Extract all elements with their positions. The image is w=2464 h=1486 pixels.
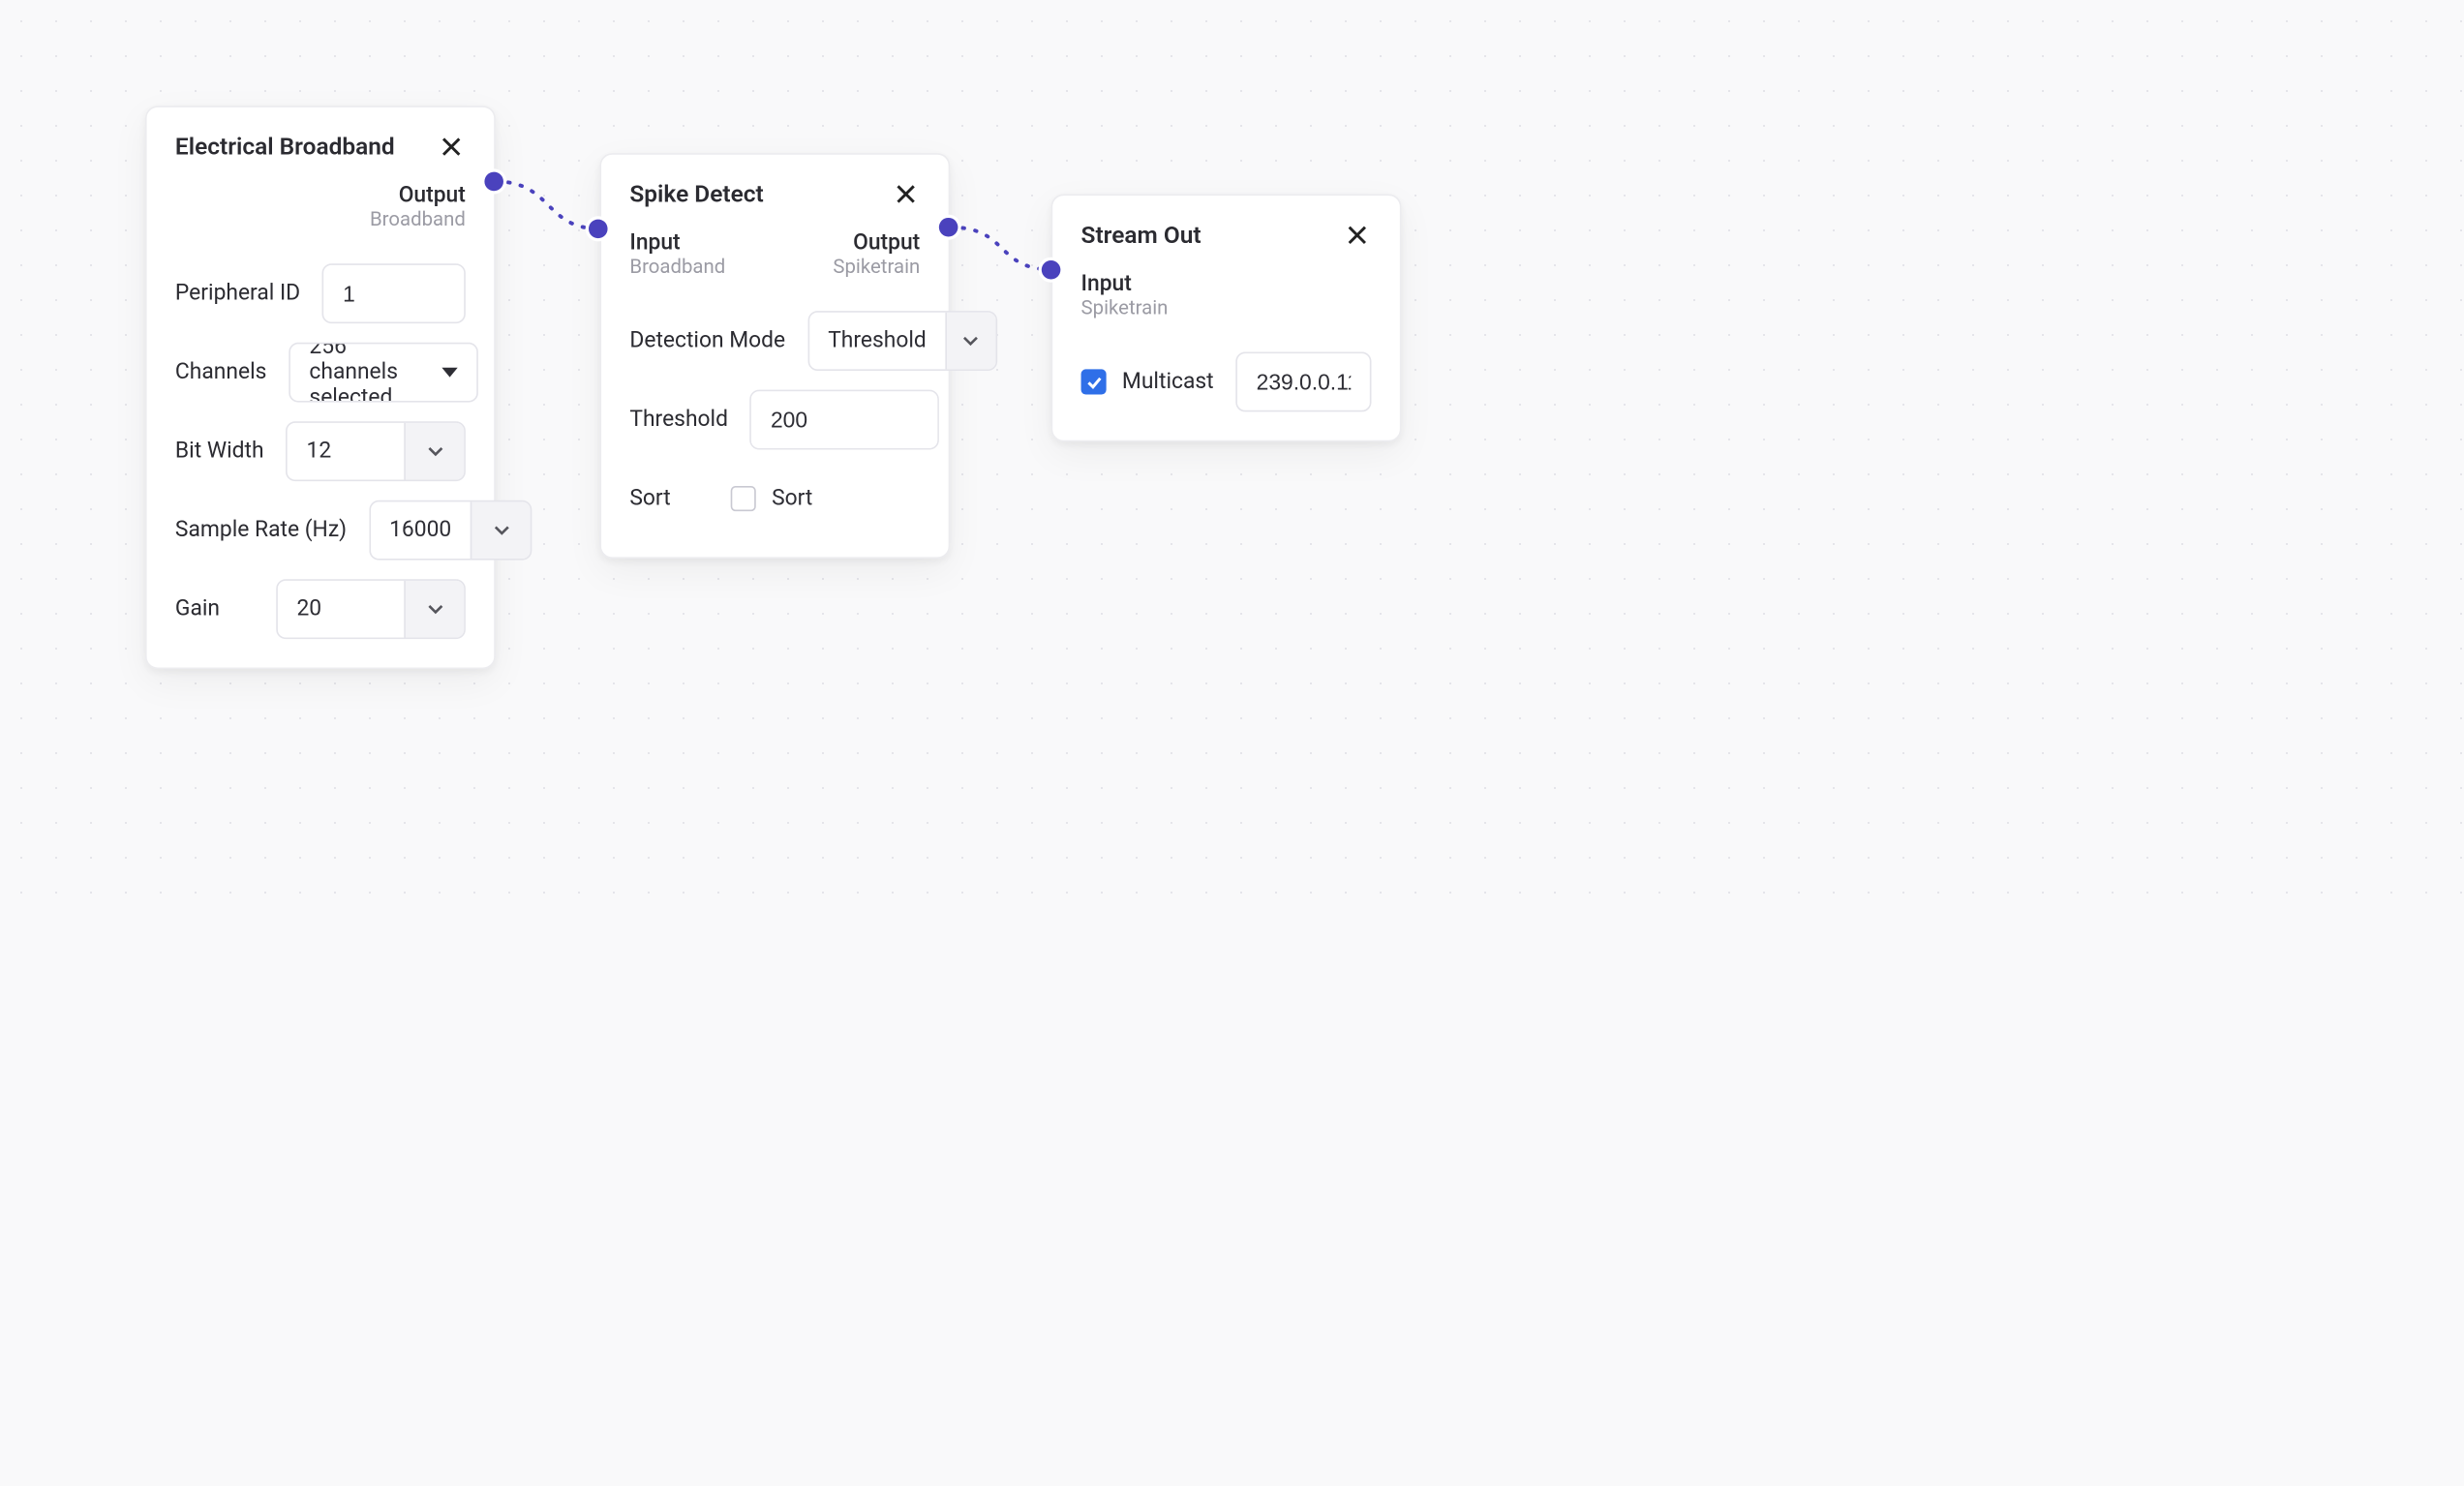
input-port-type: Spiketrain [1081,297,1169,320]
sort-label: Sort [629,486,670,511]
bitwidth-label: Bit Width [175,439,264,464]
caret-down-icon [441,368,457,378]
samplerate-value: 16000 [371,518,471,543]
detection-mode-value: Threshold [809,328,946,353]
node-title: Electrical Broadband [175,133,395,161]
input-port-label: Input [629,230,725,256]
channels-value: 256 channels selected [309,343,426,403]
close-icon[interactable] [1343,221,1371,249]
threshold-label: Threshold [629,408,728,433]
output-port-type: Broadband [370,208,466,231]
detection-mode-select[interactable]: Threshold [807,311,997,371]
gain-value: 20 [278,596,404,622]
channels-label: Channels [175,360,266,385]
canvas[interactable]: Electrical Broadband Output Broadband Pe… [0,0,2464,1486]
bitwidth-value: 12 [288,439,404,464]
output-port-type: Spiketrain [833,256,920,279]
multicast-label: Multicast [1122,370,1214,395]
peripheral-id-label: Peripheral ID [175,281,300,306]
multicast-address-input[interactable] [1235,352,1371,412]
peripheral-id-input[interactable] [322,263,466,323]
input-port-label: Input [1081,271,1169,296]
close-icon[interactable] [438,133,466,161]
multicast-checkbox[interactable] [1081,370,1107,395]
threshold-input[interactable] [751,391,939,448]
output-port-label: Output [370,183,466,208]
sort-checkbox[interactable] [731,486,756,511]
wire-1 [496,181,600,228]
channels-select[interactable]: 256 channels selected [289,343,478,403]
node-stream-out[interactable]: Stream Out Input Spiketrain Multicast [1051,194,1402,441]
gain-select[interactable]: 20 [276,579,466,639]
chevron-down-icon [404,423,464,480]
node-electrical-broadband[interactable]: Electrical Broadband Output Broadband Pe… [145,106,496,669]
chevron-down-icon [471,501,531,559]
samplerate-label: Sample Rate (Hz) [175,518,347,543]
samplerate-select[interactable]: 16000 [369,500,532,561]
output-port-label: Output [833,230,920,256]
gain-label: Gain [175,596,220,622]
port-dot[interactable] [1042,260,1061,280]
close-icon[interactable] [892,180,920,208]
chevron-down-icon [945,313,995,370]
input-port-type: Broadband [629,256,725,279]
port-dot[interactable] [939,218,958,237]
sort-checkbox-label: Sort [772,486,812,511]
node-title: Stream Out [1081,221,1202,249]
node-title: Spike Detect [629,180,763,208]
detection-mode-label: Detection Mode [629,328,785,353]
chevron-down-icon [404,581,464,638]
bitwidth-select[interactable]: 12 [286,421,465,481]
port-dot[interactable] [589,220,608,239]
threshold-input-group: mHz [750,390,940,450]
port-dot[interactable] [484,172,503,192]
wire-2 [950,227,1054,270]
node-spike-detect[interactable]: Spike Detect Input Broadband Output Spik… [599,153,950,559]
